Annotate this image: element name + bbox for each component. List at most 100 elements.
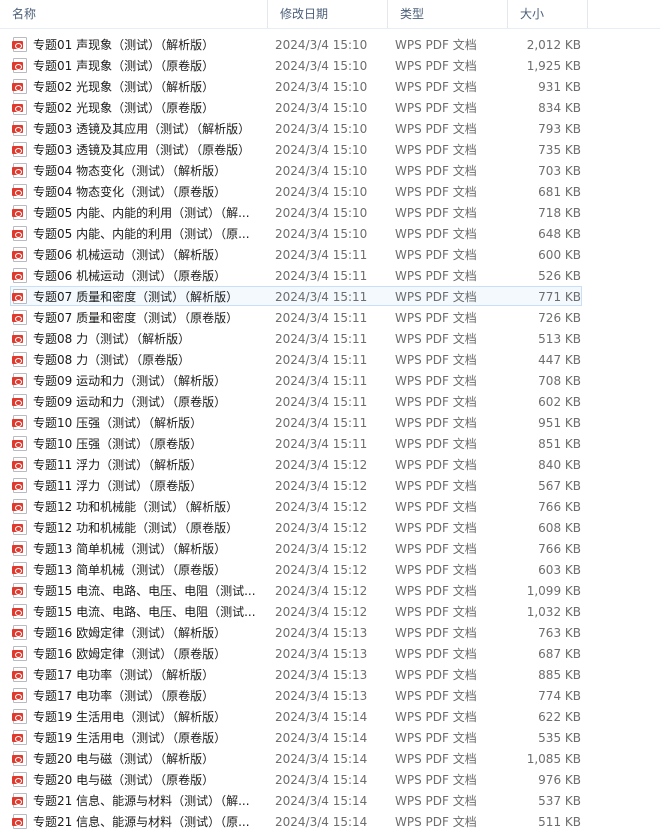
file-row[interactable]: 专题05 内能、内能的利用（测试）（解... 2024/3/4 15:10 WPS …	[10, 202, 582, 222]
file-name: 专题19 生活用电（测试）（原卷版）	[33, 731, 227, 745]
file-name: 专题21 信息、能源与材料（测试）（原...	[33, 815, 250, 829]
file-type: WPS PDF 文档	[395, 311, 477, 325]
pdf-file-icon	[12, 352, 27, 367]
file-row[interactable]: 专题21 信息、能源与材料（测试）（解... 2024/3/4 15:14 WPS …	[10, 790, 582, 810]
file-modified-date: 2024/3/4 15:11	[275, 437, 368, 451]
file-row[interactable]: 专题01 声现象（测试）（解析版） 2024/3/4 15:10 WPS PDF 文…	[10, 34, 582, 54]
column-header-date[interactable]: 修改日期	[268, 0, 388, 28]
file-name: 专题03 透镜及其应用（测试）（解析版）	[33, 122, 251, 136]
file-row[interactable]: 专题03 透镜及其应用（测试）（解析版） 2024/3/4 15:10 WPS PD…	[10, 118, 582, 138]
file-row[interactable]: 专题02 光现象（测试）（解析版） 2024/3/4 15:10 WPS PDF 文…	[10, 76, 582, 96]
file-row[interactable]: 专题11 浮力（测试）（解析版） 2024/3/4 15:12 WPS PDF 文档…	[10, 454, 582, 474]
file-row[interactable]: 专题17 电功率（测试）（原卷版） 2024/3/4 15:13 WPS PDF 文…	[10, 685, 582, 705]
file-row[interactable]: 专题07 质量和密度（测试）（原卷版） 2024/3/4 15:11 WPS PDF…	[10, 307, 582, 327]
file-row[interactable]: 专题06 机械运动（测试）（原卷版） 2024/3/4 15:11 WPS PDF …	[10, 265, 582, 285]
file-modified-date: 2024/3/4 15:11	[275, 269, 368, 283]
file-name: 专题10 压强（测试）（解析版）	[33, 416, 203, 430]
file-row[interactable]: 专题08 力（测试）（原卷版） 2024/3/4 15:11 WPS PDF 文档 4…	[10, 349, 582, 369]
file-modified-date: 2024/3/4 15:14	[275, 731, 368, 745]
file-row[interactable]: 专题11 浮力（测试）（原卷版） 2024/3/4 15:12 WPS PDF 文档…	[10, 475, 582, 495]
file-size: 703 KB	[538, 164, 581, 178]
pdf-file-icon	[12, 604, 27, 619]
pdf-file-icon	[12, 100, 27, 115]
file-name: 专题04 物态变化（测试）（原卷版）	[33, 185, 227, 199]
file-modified-date: 2024/3/4 15:10	[275, 101, 368, 115]
file-row[interactable]: 专题13 简单机械（测试）（解析版） 2024/3/4 15:12 WPS PDF …	[10, 538, 582, 558]
file-row[interactable]: 专题03 透镜及其应用（测试）（原卷版） 2024/3/4 15:10 WPS PD…	[10, 139, 582, 159]
file-modified-date: 2024/3/4 15:11	[275, 374, 368, 388]
file-row[interactable]: 专题20 电与磁（测试）（解析版） 2024/3/4 15:14 WPS PDF 文…	[10, 748, 582, 768]
file-size: 976 KB	[538, 773, 581, 787]
file-name: 专题09 运动和力（测试）（原卷版）	[33, 395, 227, 409]
file-row[interactable]: 专题10 压强（测试）（解析版） 2024/3/4 15:11 WPS PDF 文档…	[10, 412, 582, 432]
file-row[interactable]: 专题10 压强（测试）（原卷版） 2024/3/4 15:11 WPS PDF 文档…	[10, 433, 582, 453]
pdf-file-icon	[12, 688, 27, 703]
file-size: 766 KB	[538, 500, 581, 514]
file-row[interactable]: 专题21 信息、能源与材料（测试）（原... 2024/3/4 15:14 WPS …	[10, 811, 582, 831]
pdf-file-icon	[12, 646, 27, 661]
pdf-file-icon	[12, 793, 27, 808]
file-size: 567 KB	[538, 479, 581, 493]
file-type: WPS PDF 文档	[395, 59, 477, 73]
column-header-type[interactable]: 类型	[388, 0, 508, 28]
file-row[interactable]: 专题07 质量和密度（测试）（解析版） 2024/3/4 15:11 WPS PDF…	[10, 286, 582, 306]
file-row[interactable]: 专题16 欧姆定律（测试）（解析版） 2024/3/4 15:13 WPS PDF …	[10, 622, 582, 642]
file-row[interactable]: 专题20 电与磁（测试）（原卷版） 2024/3/4 15:14 WPS PDF 文…	[10, 769, 582, 789]
file-type: WPS PDF 文档	[395, 542, 477, 556]
file-modified-date: 2024/3/4 15:14	[275, 773, 368, 787]
file-name: 专题06 机械运动（测试）（解析版）	[33, 248, 227, 262]
file-size: 1,099 KB	[526, 584, 581, 598]
file-row[interactable]: 专题09 运动和力（测试）（解析版） 2024/3/4 15:11 WPS PDF …	[10, 370, 582, 390]
file-size: 885 KB	[538, 668, 581, 682]
file-size: 726 KB	[538, 311, 581, 325]
file-name: 专题09 运动和力（测试）（解析版）	[33, 374, 227, 388]
file-modified-date: 2024/3/4 15:10	[275, 143, 368, 157]
column-header-name-label: 名称	[12, 7, 37, 21]
file-modified-date: 2024/3/4 15:11	[275, 353, 368, 367]
file-size: 718 KB	[538, 206, 581, 220]
file-row[interactable]: 专题16 欧姆定律（测试）（原卷版） 2024/3/4 15:13 WPS PDF …	[10, 643, 582, 663]
column-header-bar: 名称 ^ 修改日期 类型 大小	[0, 0, 660, 29]
file-row[interactable]: 专题04 物态变化（测试）（解析版） 2024/3/4 15:10 WPS PDF …	[10, 160, 582, 180]
pdf-file-icon	[12, 268, 27, 283]
file-size: 735 KB	[538, 143, 581, 157]
column-header-size[interactable]: 大小	[508, 0, 588, 28]
file-size: 622 KB	[538, 710, 581, 724]
pdf-file-icon	[12, 289, 27, 304]
file-type: WPS PDF 文档	[395, 269, 477, 283]
file-modified-date: 2024/3/4 15:12	[275, 500, 368, 514]
file-size: 793 KB	[538, 122, 581, 136]
file-name: 专题06 机械运动（测试）（原卷版）	[33, 269, 227, 283]
file-row[interactable]: 专题08 力（测试）（解析版） 2024/3/4 15:11 WPS PDF 文档 5…	[10, 328, 582, 348]
column-header-type-label: 类型	[400, 7, 425, 21]
file-row[interactable]: 专题05 内能、内能的利用（测试）（原... 2024/3/4 15:10 WPS …	[10, 223, 582, 243]
file-name: 专题19 生活用电（测试）（解析版）	[33, 710, 227, 724]
file-name: 专题21 信息、能源与材料（测试）（解...	[33, 794, 250, 808]
file-row[interactable]: 专题19 生活用电（测试）（原卷版） 2024/3/4 15:14 WPS PDF …	[10, 727, 582, 747]
file-row[interactable]: 专题01 声现象（测试）（原卷版） 2024/3/4 15:10 WPS PDF 文…	[10, 55, 582, 75]
file-row[interactable]: 专题09 运动和力（测试）（原卷版） 2024/3/4 15:11 WPS PDF …	[10, 391, 582, 411]
file-name: 专题13 简单机械（测试）（解析版）	[33, 542, 227, 556]
file-row[interactable]: 专题19 生活用电（测试）（解析版） 2024/3/4 15:14 WPS PDF …	[10, 706, 582, 726]
file-name: 专题12 功和机械能（测试）（原卷版）	[33, 521, 239, 535]
file-type: WPS PDF 文档	[395, 710, 477, 724]
file-row[interactable]: 专题15 电流、电路、电压、电阻（测试... 2024/3/4 15:12 WPS …	[10, 601, 582, 621]
file-size: 600 KB	[538, 248, 581, 262]
file-modified-date: 2024/3/4 15:13	[275, 668, 368, 682]
pdf-file-icon	[12, 415, 27, 430]
file-name: 专题05 内能、内能的利用（测试）（解...	[33, 206, 250, 220]
pdf-file-icon	[12, 394, 27, 409]
file-modified-date: 2024/3/4 15:11	[275, 248, 368, 262]
file-modified-date: 2024/3/4 15:11	[275, 290, 368, 304]
file-row[interactable]: 专题15 电流、电路、电压、电阻（测试... 2024/3/4 15:12 WPS …	[10, 580, 582, 600]
file-size: 708 KB	[538, 374, 581, 388]
file-row[interactable]: 专题06 机械运动（测试）（解析版） 2024/3/4 15:11 WPS PDF …	[10, 244, 582, 264]
file-row[interactable]: 专题12 功和机械能（测试）（原卷版） 2024/3/4 15:12 WPS PDF…	[10, 517, 582, 537]
column-header-name[interactable]: 名称 ^	[0, 0, 268, 28]
file-row[interactable]: 专题12 功和机械能（测试）（解析版） 2024/3/4 15:12 WPS PDF…	[10, 496, 582, 516]
file-row[interactable]: 专题04 物态变化（测试）（原卷版） 2024/3/4 15:10 WPS PDF …	[10, 181, 582, 201]
file-row[interactable]: 专题17 电功率（测试）（解析版） 2024/3/4 15:13 WPS PDF 文…	[10, 664, 582, 684]
file-row[interactable]: 专题13 简单机械（测试）（原卷版） 2024/3/4 15:12 WPS PDF …	[10, 559, 582, 579]
file-modified-date: 2024/3/4 15:13	[275, 647, 368, 661]
file-row[interactable]: 专题02 光现象（测试）（原卷版） 2024/3/4 15:10 WPS PDF 文…	[10, 97, 582, 117]
